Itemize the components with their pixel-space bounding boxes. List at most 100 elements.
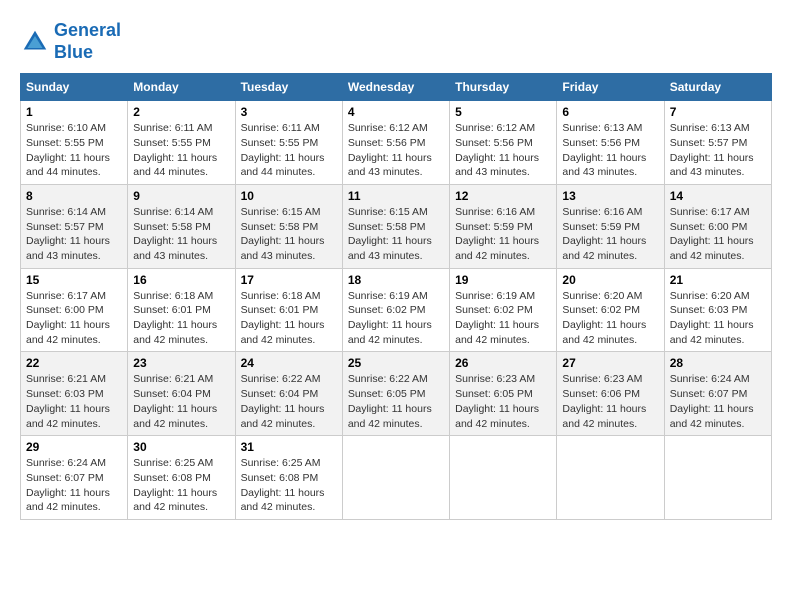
day-number: 2	[133, 105, 229, 119]
calendar-cell: 16 Sunrise: 6:18 AMSunset: 6:01 PMDaylig…	[128, 268, 235, 352]
calendar-header-row: SundayMondayTuesdayWednesdayThursdayFrid…	[21, 74, 772, 101]
calendar-cell: 21 Sunrise: 6:20 AMSunset: 6:03 PMDaylig…	[664, 268, 771, 352]
calendar-cell: 11 Sunrise: 6:15 AMSunset: 5:58 PMDaylig…	[342, 184, 449, 268]
calendar-cell: 19 Sunrise: 6:19 AMSunset: 6:02 PMDaylig…	[450, 268, 557, 352]
day-number: 29	[26, 440, 122, 454]
day-number: 14	[670, 189, 766, 203]
calendar-table: SundayMondayTuesdayWednesdayThursdayFrid…	[20, 73, 772, 520]
day-info: Sunrise: 6:19 AMSunset: 6:02 PMDaylight:…	[348, 289, 444, 348]
calendar-cell: 23 Sunrise: 6:21 AMSunset: 6:04 PMDaylig…	[128, 352, 235, 436]
calendar-cell	[342, 436, 449, 520]
calendar-cell: 27 Sunrise: 6:23 AMSunset: 6:06 PMDaylig…	[557, 352, 664, 436]
calendar-cell: 8 Sunrise: 6:14 AMSunset: 5:57 PMDayligh…	[21, 184, 128, 268]
day-info: Sunrise: 6:20 AMSunset: 6:03 PMDaylight:…	[670, 289, 766, 348]
calendar-cell: 17 Sunrise: 6:18 AMSunset: 6:01 PMDaylig…	[235, 268, 342, 352]
day-info: Sunrise: 6:11 AMSunset: 5:55 PMDaylight:…	[241, 121, 337, 180]
day-info: Sunrise: 6:16 AMSunset: 5:59 PMDaylight:…	[455, 205, 551, 264]
header-sunday: Sunday	[21, 74, 128, 101]
calendar-cell: 22 Sunrise: 6:21 AMSunset: 6:03 PMDaylig…	[21, 352, 128, 436]
calendar-cell: 6 Sunrise: 6:13 AMSunset: 5:56 PMDayligh…	[557, 101, 664, 185]
day-info: Sunrise: 6:21 AMSunset: 6:03 PMDaylight:…	[26, 372, 122, 431]
day-number: 31	[241, 440, 337, 454]
day-number: 5	[455, 105, 551, 119]
calendar-cell: 4 Sunrise: 6:12 AMSunset: 5:56 PMDayligh…	[342, 101, 449, 185]
day-info: Sunrise: 6:18 AMSunset: 6:01 PMDaylight:…	[133, 289, 229, 348]
day-number: 28	[670, 356, 766, 370]
day-info: Sunrise: 6:13 AMSunset: 5:56 PMDaylight:…	[562, 121, 658, 180]
calendar-week-row: 29 Sunrise: 6:24 AMSunset: 6:07 PMDaylig…	[21, 436, 772, 520]
day-info: Sunrise: 6:14 AMSunset: 5:58 PMDaylight:…	[133, 205, 229, 264]
calendar-cell	[557, 436, 664, 520]
day-number: 1	[26, 105, 122, 119]
day-info: Sunrise: 6:23 AMSunset: 6:05 PMDaylight:…	[455, 372, 551, 431]
calendar-cell: 12 Sunrise: 6:16 AMSunset: 5:59 PMDaylig…	[450, 184, 557, 268]
day-number: 15	[26, 273, 122, 287]
day-info: Sunrise: 6:14 AMSunset: 5:57 PMDaylight:…	[26, 205, 122, 264]
calendar-cell: 15 Sunrise: 6:17 AMSunset: 6:00 PMDaylig…	[21, 268, 128, 352]
day-info: Sunrise: 6:22 AMSunset: 6:04 PMDaylight:…	[241, 372, 337, 431]
calendar-cell: 26 Sunrise: 6:23 AMSunset: 6:05 PMDaylig…	[450, 352, 557, 436]
day-number: 19	[455, 273, 551, 287]
day-number: 16	[133, 273, 229, 287]
calendar-cell: 25 Sunrise: 6:22 AMSunset: 6:05 PMDaylig…	[342, 352, 449, 436]
calendar-cell: 24 Sunrise: 6:22 AMSunset: 6:04 PMDaylig…	[235, 352, 342, 436]
header-saturday: Saturday	[664, 74, 771, 101]
day-info: Sunrise: 6:15 AMSunset: 5:58 PMDaylight:…	[241, 205, 337, 264]
calendar-cell: 5 Sunrise: 6:12 AMSunset: 5:56 PMDayligh…	[450, 101, 557, 185]
day-number: 30	[133, 440, 229, 454]
header-monday: Monday	[128, 74, 235, 101]
day-info: Sunrise: 6:15 AMSunset: 5:58 PMDaylight:…	[348, 205, 444, 264]
day-info: Sunrise: 6:12 AMSunset: 5:56 PMDaylight:…	[348, 121, 444, 180]
day-info: Sunrise: 6:11 AMSunset: 5:55 PMDaylight:…	[133, 121, 229, 180]
day-info: Sunrise: 6:13 AMSunset: 5:57 PMDaylight:…	[670, 121, 766, 180]
day-info: Sunrise: 6:16 AMSunset: 5:59 PMDaylight:…	[562, 205, 658, 264]
day-number: 13	[562, 189, 658, 203]
calendar-cell: 9 Sunrise: 6:14 AMSunset: 5:58 PMDayligh…	[128, 184, 235, 268]
logo: General Blue	[20, 20, 121, 63]
calendar-cell: 2 Sunrise: 6:11 AMSunset: 5:55 PMDayligh…	[128, 101, 235, 185]
day-info: Sunrise: 6:12 AMSunset: 5:56 PMDaylight:…	[455, 121, 551, 180]
day-info: Sunrise: 6:25 AMSunset: 6:08 PMDaylight:…	[241, 456, 337, 515]
logo-icon	[20, 27, 50, 57]
calendar-cell: 30 Sunrise: 6:25 AMSunset: 6:08 PMDaylig…	[128, 436, 235, 520]
calendar-cell: 18 Sunrise: 6:19 AMSunset: 6:02 PMDaylig…	[342, 268, 449, 352]
calendar-cell: 20 Sunrise: 6:20 AMSunset: 6:02 PMDaylig…	[557, 268, 664, 352]
day-info: Sunrise: 6:18 AMSunset: 6:01 PMDaylight:…	[241, 289, 337, 348]
calendar-week-row: 15 Sunrise: 6:17 AMSunset: 6:00 PMDaylig…	[21, 268, 772, 352]
day-info: Sunrise: 6:22 AMSunset: 6:05 PMDaylight:…	[348, 372, 444, 431]
logo-text: General Blue	[54, 20, 121, 63]
calendar-week-row: 22 Sunrise: 6:21 AMSunset: 6:03 PMDaylig…	[21, 352, 772, 436]
day-info: Sunrise: 6:21 AMSunset: 6:04 PMDaylight:…	[133, 372, 229, 431]
day-number: 8	[26, 189, 122, 203]
day-info: Sunrise: 6:10 AMSunset: 5:55 PMDaylight:…	[26, 121, 122, 180]
header-thursday: Thursday	[450, 74, 557, 101]
calendar-week-row: 1 Sunrise: 6:10 AMSunset: 5:55 PMDayligh…	[21, 101, 772, 185]
day-number: 3	[241, 105, 337, 119]
calendar-week-row: 8 Sunrise: 6:14 AMSunset: 5:57 PMDayligh…	[21, 184, 772, 268]
header-tuesday: Tuesday	[235, 74, 342, 101]
calendar-cell: 14 Sunrise: 6:17 AMSunset: 6:00 PMDaylig…	[664, 184, 771, 268]
day-number: 10	[241, 189, 337, 203]
calendar-cell	[664, 436, 771, 520]
day-number: 22	[26, 356, 122, 370]
calendar-cell: 3 Sunrise: 6:11 AMSunset: 5:55 PMDayligh…	[235, 101, 342, 185]
header-wednesday: Wednesday	[342, 74, 449, 101]
day-number: 26	[455, 356, 551, 370]
day-info: Sunrise: 6:25 AMSunset: 6:08 PMDaylight:…	[133, 456, 229, 515]
day-number: 18	[348, 273, 444, 287]
day-number: 11	[348, 189, 444, 203]
calendar-cell: 31 Sunrise: 6:25 AMSunset: 6:08 PMDaylig…	[235, 436, 342, 520]
day-number: 23	[133, 356, 229, 370]
day-info: Sunrise: 6:20 AMSunset: 6:02 PMDaylight:…	[562, 289, 658, 348]
day-info: Sunrise: 6:19 AMSunset: 6:02 PMDaylight:…	[455, 289, 551, 348]
calendar-cell: 10 Sunrise: 6:15 AMSunset: 5:58 PMDaylig…	[235, 184, 342, 268]
day-info: Sunrise: 6:23 AMSunset: 6:06 PMDaylight:…	[562, 372, 658, 431]
day-number: 6	[562, 105, 658, 119]
day-number: 27	[562, 356, 658, 370]
day-number: 24	[241, 356, 337, 370]
day-number: 25	[348, 356, 444, 370]
day-number: 7	[670, 105, 766, 119]
header-friday: Friday	[557, 74, 664, 101]
day-info: Sunrise: 6:24 AMSunset: 6:07 PMDaylight:…	[670, 372, 766, 431]
page-header: General Blue	[20, 20, 772, 63]
